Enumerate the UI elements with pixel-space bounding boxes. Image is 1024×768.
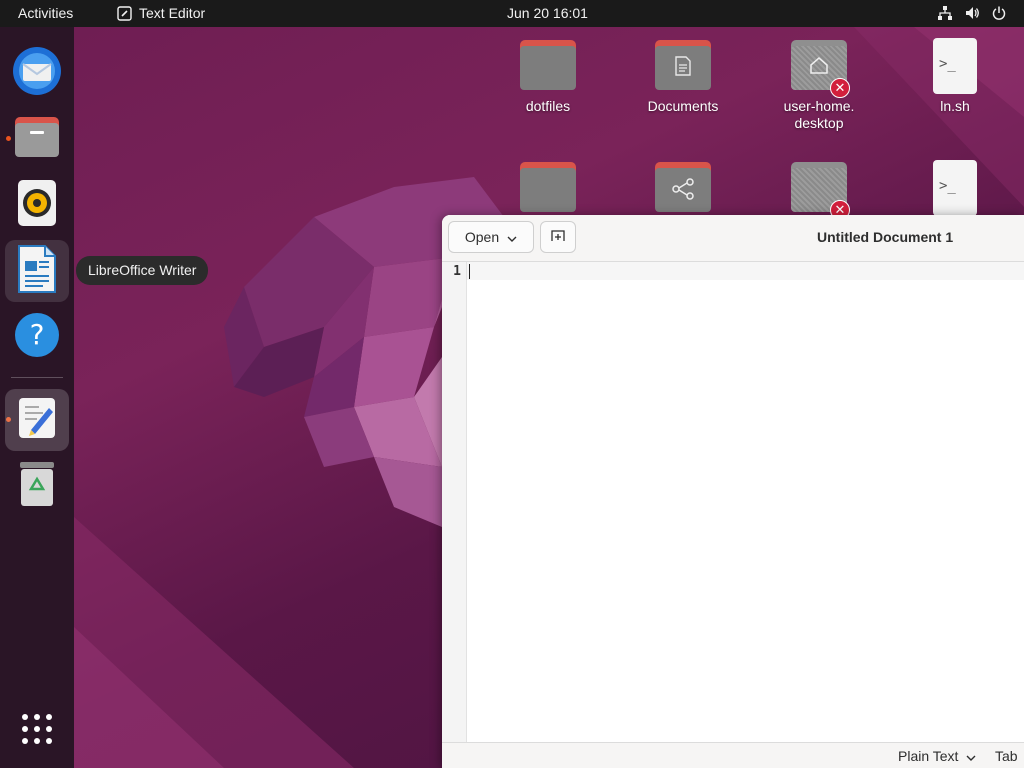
chevron-down-icon xyxy=(966,748,976,764)
volume-icon[interactable] xyxy=(964,5,980,21)
dock-help[interactable]: ? xyxy=(5,306,69,368)
dock-trash[interactable] xyxy=(5,455,69,517)
app-menu[interactable]: Text Editor xyxy=(117,5,205,21)
folder-icon xyxy=(518,160,578,216)
dock-text-editor[interactable] xyxy=(5,389,69,451)
script-file-icon: >_ xyxy=(925,38,985,94)
app-menu-label: Text Editor xyxy=(139,5,206,21)
new-tab-icon xyxy=(551,229,565,245)
script-file-icon: >_ xyxy=(925,160,985,216)
open-button[interactable]: Open xyxy=(448,221,534,253)
system-tray[interactable] xyxy=(937,5,1007,21)
new-tab-button[interactable] xyxy=(540,221,576,253)
tab-width-selector[interactable]: Tab xyxy=(995,748,1018,764)
folder-icon xyxy=(13,115,61,164)
line-number: 1 xyxy=(453,264,461,279)
desktop-icon-user-home-desktop[interactable]: ✕ user-home. desktop xyxy=(754,38,884,132)
dock-thunderbird[interactable] xyxy=(5,42,69,104)
dock-files[interactable] xyxy=(5,108,69,170)
speaker-icon xyxy=(17,179,57,232)
desktop-icon-documents[interactable]: Documents xyxy=(618,38,748,115)
folder-icon xyxy=(518,38,578,94)
dock-separator xyxy=(11,377,63,378)
mail-icon xyxy=(12,46,62,101)
language-selector[interactable]: Plain Text xyxy=(898,748,976,764)
top-bar: Activities Text Editor Jun 20 16:01 xyxy=(0,0,1024,27)
clock[interactable]: Jun 20 16:01 xyxy=(507,5,588,21)
documents-folder-icon xyxy=(653,38,713,94)
dock-rhythmbox[interactable] xyxy=(5,174,69,236)
shared-folder-icon xyxy=(653,160,713,216)
desktop-icon-folder[interactable] xyxy=(483,160,613,216)
desktop-icon-dotfiles[interactable]: dotfiles xyxy=(483,38,613,115)
line-number-gutter: 1 xyxy=(442,262,467,742)
help-icon: ? xyxy=(13,311,61,364)
show-apps-icon[interactable] xyxy=(21,713,53,745)
header-bar: Open Untitled Document 1 xyxy=(442,215,1024,262)
broken-link-folder-icon: ✕ xyxy=(789,38,850,98)
desktop-icon-label: Documents xyxy=(647,98,719,114)
status-bar: Plain Text Tab xyxy=(442,742,1024,768)
text-area[interactable] xyxy=(467,262,1024,742)
language-label: Plain Text xyxy=(898,748,959,764)
dock-libreoffice-writer[interactable] xyxy=(5,240,69,302)
desktop-icon-script[interactable]: >_ xyxy=(890,160,1020,216)
svg-text:?: ? xyxy=(30,318,45,351)
trash-icon xyxy=(18,461,56,512)
writer-icon xyxy=(17,244,57,298)
open-button-label: Open xyxy=(464,229,500,245)
text-editor-icon xyxy=(117,5,132,21)
desktop-icon-shared-folder[interactable] xyxy=(618,160,748,216)
desktop-icon-label: user-home. desktop xyxy=(783,98,855,131)
text-editor-window: Open Untitled Document 1 1 Plain Text Ta… xyxy=(442,215,1024,768)
text-editor-icon xyxy=(17,396,57,445)
desktop-icon-label: ln.sh xyxy=(940,98,970,114)
dock: ? xyxy=(0,27,74,768)
desktop-icon-broken-link[interactable]: ✕ xyxy=(754,160,884,220)
power-icon[interactable] xyxy=(991,5,1007,21)
chevron-down-icon xyxy=(507,229,517,245)
broken-link-folder-icon: ✕ xyxy=(789,160,850,220)
document-title: Untitled Document 1 xyxy=(817,229,954,245)
desktop-icon-ln-sh[interactable]: >_ ln.sh xyxy=(890,38,1020,115)
error-badge-icon: ✕ xyxy=(830,78,850,98)
activities-button[interactable]: Activities xyxy=(18,5,73,21)
desktop-icon-label: dotfiles xyxy=(525,98,571,114)
network-icon[interactable] xyxy=(937,5,953,21)
dock-tooltip: LibreOffice Writer xyxy=(76,256,209,285)
